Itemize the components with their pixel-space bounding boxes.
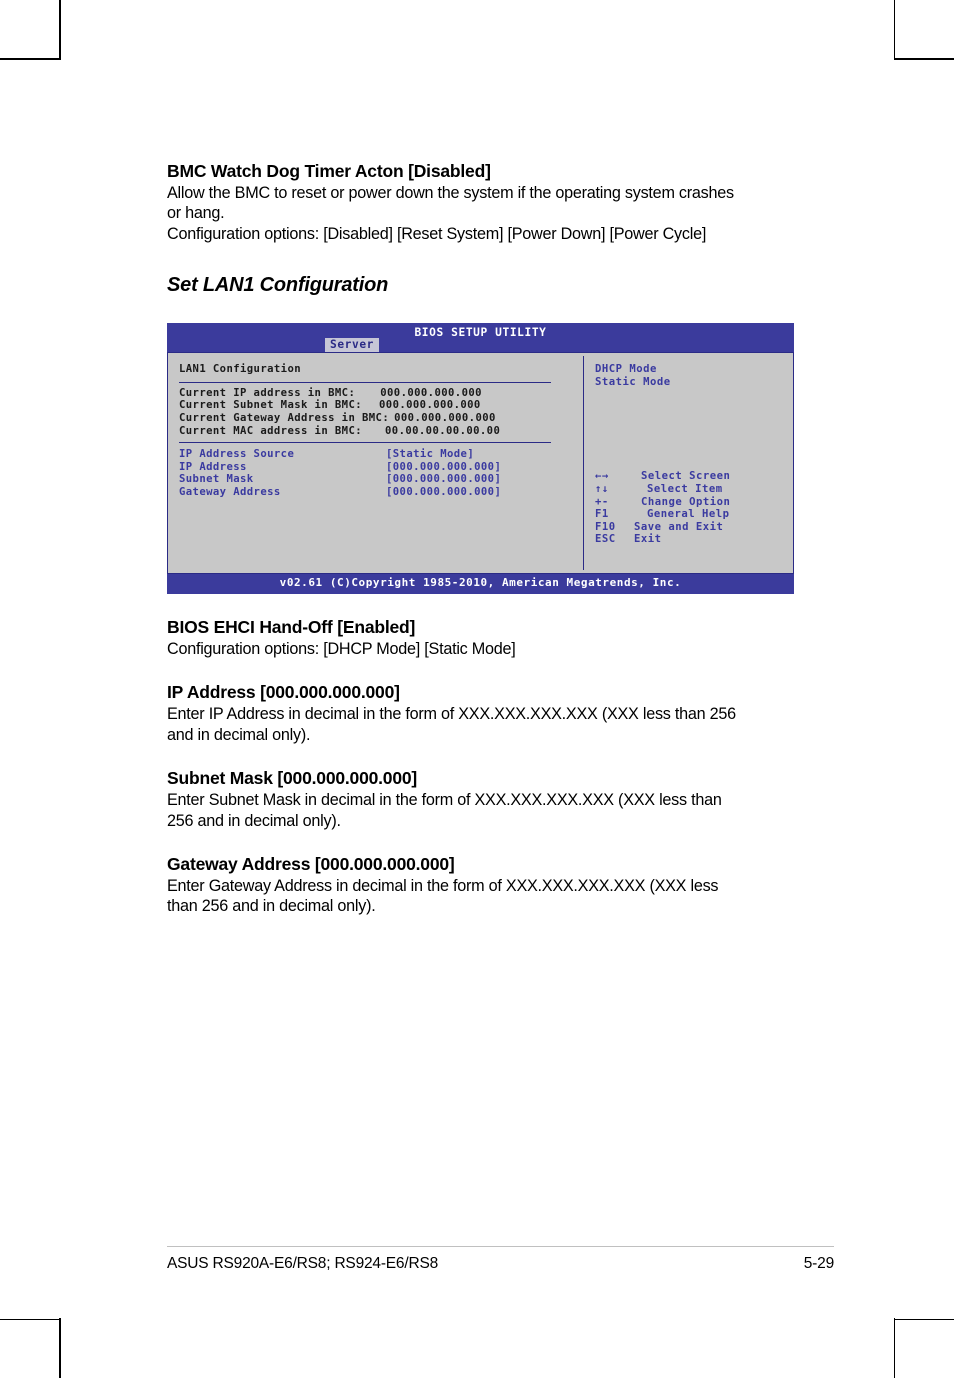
bios-help-item-static-mode: Static Mode <box>595 375 671 388</box>
bios-current-label: Current Subnet Mask in BMC: <box>179 399 363 412</box>
key-legend-row-general-help: F1 General Help <box>595 508 790 521</box>
bios-tab-server[interactable]: Server <box>325 337 380 353</box>
bios-option-value[interactable]: [000.000.000.000] <box>386 486 501 499</box>
bios-panel-heading: LAN1 Configuration <box>179 363 302 376</box>
bios-key-legend: ←→ Select Screen ↑↓ Select Item +- Chang… <box>595 470 790 546</box>
bios-option-value[interactable]: [000.000.000.000] <box>386 461 501 474</box>
bios-setup-screenshot: BIOS SETUP UTILITY Server LAN1 Configura… <box>167 323 794 594</box>
bios-title: BIOS SETUP UTILITY <box>414 326 547 340</box>
arrow-up-down-icon: ↑↓ <box>595 483 609 496</box>
crop-mark-bottom-left <box>0 1318 61 1378</box>
section-body-line: 256 and in decimal only). <box>167 811 341 830</box>
bios-current-row: Current IP address in BMC: 000.000.000.00… <box>179 387 583 400</box>
plus-minus-icon: +- <box>595 495 609 508</box>
divider-upper <box>179 381 551 383</box>
bios-current-value: 000.000.000.000 <box>379 399 481 412</box>
section-heading-bios-ehci-hand-off: BIOS EHCI Hand-Off [Enabled] <box>167 616 416 637</box>
key-legend-desc: Exit <box>634 533 662 546</box>
bios-current-value: 000.000.000.000 <box>394 412 496 425</box>
section-body-line: Configuration options: [Disabled] [Reset… <box>167 224 707 243</box>
key-legend-row-select-screen: ←→ Select Screen <box>595 470 790 483</box>
footer-page-number: 5-29 <box>803 1255 834 1272</box>
section-body-line: Enter Gateway Address in decimal in the … <box>167 877 719 896</box>
section-body-line: Allow the BMC to reset or power down the… <box>167 184 734 203</box>
bios-current-label: Current Gateway Address in BMC: <box>179 412 390 425</box>
bios-right-panel: DHCP Mode Static Mode ←→ Select Screen ↑… <box>584 356 790 570</box>
key-legend-row-select-item: ↑↓ Select Item <box>595 483 790 496</box>
bios-current-value: 000.000.000.000 <box>380 386 482 399</box>
key-legend-desc: Select Item <box>647 483 723 496</box>
key-legend-row-change-option: +- Change Option <box>595 496 790 509</box>
section-heading-bmc-watch-dog: BMC Watch Dog Timer Acton [Disabled] <box>167 161 491 181</box>
bios-option-row-gateway-address[interactable]: Gateway Address [000.000.000.000] <box>179 486 583 499</box>
section-heading-gateway-address: Gateway Address [000.000.000.000] <box>167 854 455 875</box>
footer-divider <box>167 1246 834 1247</box>
section-heading-subnet-mask: Subnet Mask [000.000.000.000] <box>167 768 418 789</box>
bios-option-row-ip-address-source[interactable]: IP Address Source [Static Mode] <box>179 448 583 461</box>
bios-option-row-subnet-mask[interactable]: Subnet Mask [000.000.000.000] <box>179 473 583 486</box>
bios-current-row: Current MAC address in BMC: 00.00.00.00.0… <box>179 425 583 438</box>
bios-option-label: Subnet Mask <box>179 473 254 486</box>
section-body-line: Enter IP Address in decimal in the form … <box>167 705 736 724</box>
bios-option-label: IP Address <box>179 460 247 473</box>
key-esc-label: ESC <box>595 533 616 546</box>
bios-option-label: Gateway Address <box>179 486 281 499</box>
section-body-line: than 256 and in decimal only). <box>167 897 376 916</box>
crop-mark-top-left <box>0 0 61 60</box>
bios-option-value[interactable]: [Static Mode] <box>386 448 474 461</box>
section-body-line: Configuration options: [DHCP Mode] [Stat… <box>167 639 516 658</box>
divider-lower <box>179 442 551 444</box>
bios-current-value: 00.00.00.00.00.00 <box>385 424 501 437</box>
bios-title-bar: BIOS SETUP UTILITY Server <box>167 323 794 353</box>
key-f1-label: F1 <box>595 508 609 521</box>
bios-body: LAN1 Configuration Current IP address in… <box>167 352 794 575</box>
key-legend-desc: Select Screen <box>641 470 731 483</box>
section-body-line: Enter Subnet Mask in decimal in the form… <box>167 791 722 810</box>
arrow-left-right-icon: ←→ <box>595 470 609 483</box>
key-legend-desc: General Help <box>647 508 730 521</box>
key-legend-desc: Save and Exit <box>634 520 724 533</box>
bios-left-panel: LAN1 Configuration Current IP address in… <box>171 356 584 571</box>
bios-current-row: Current Subnet Mask in BMC: 000.000.000.0… <box>179 399 583 412</box>
crop-mark-top-right <box>893 0 954 60</box>
section-body-line: and in decimal only). <box>167 725 311 744</box>
bios-help-item-dhcp-mode: DHCP Mode <box>595 363 657 376</box>
key-legend-desc: Change Option <box>641 495 731 508</box>
key-f10-label: F10 <box>595 520 616 533</box>
bios-current-label: Current IP address in BMC: <box>179 386 356 399</box>
subsection-title-set-lan1-configuration: Set LAN1 Configuration <box>167 274 389 297</box>
page-content: BMC Watch Dog Timer Acton [Disabled] All… <box>167 160 834 917</box>
section-heading-ip-address: IP Address [000.000.000.000] <box>167 682 400 703</box>
bios-option-value[interactable]: [000.000.000.000] <box>386 473 501 486</box>
bios-copyright-footer: v02.61 (C)Copyright 1985-2010, American … <box>167 574 794 594</box>
bios-current-label: Current MAC address in BMC: <box>179 424 363 437</box>
key-legend-row-save-and-exit: F10 Save and Exit <box>595 521 790 534</box>
bios-option-label: IP Address Source <box>179 448 295 461</box>
key-legend-row-exit: ESC Exit <box>595 533 790 546</box>
page-footer: ASUS RS920A-E6/RS8; RS924-E6/RS8 5-29 <box>167 1255 834 1273</box>
crop-mark-bottom-right <box>893 1318 954 1378</box>
footer-model-text: ASUS RS920A-E6/RS8; RS924-E6/RS8 <box>167 1255 439 1272</box>
section-body-line: or hang. <box>167 204 225 223</box>
bios-current-row: Current Gateway Address in BMC: 000.000.0… <box>179 412 583 425</box>
bios-option-row-ip-address[interactable]: IP Address [000.000.000.000] <box>179 461 583 474</box>
